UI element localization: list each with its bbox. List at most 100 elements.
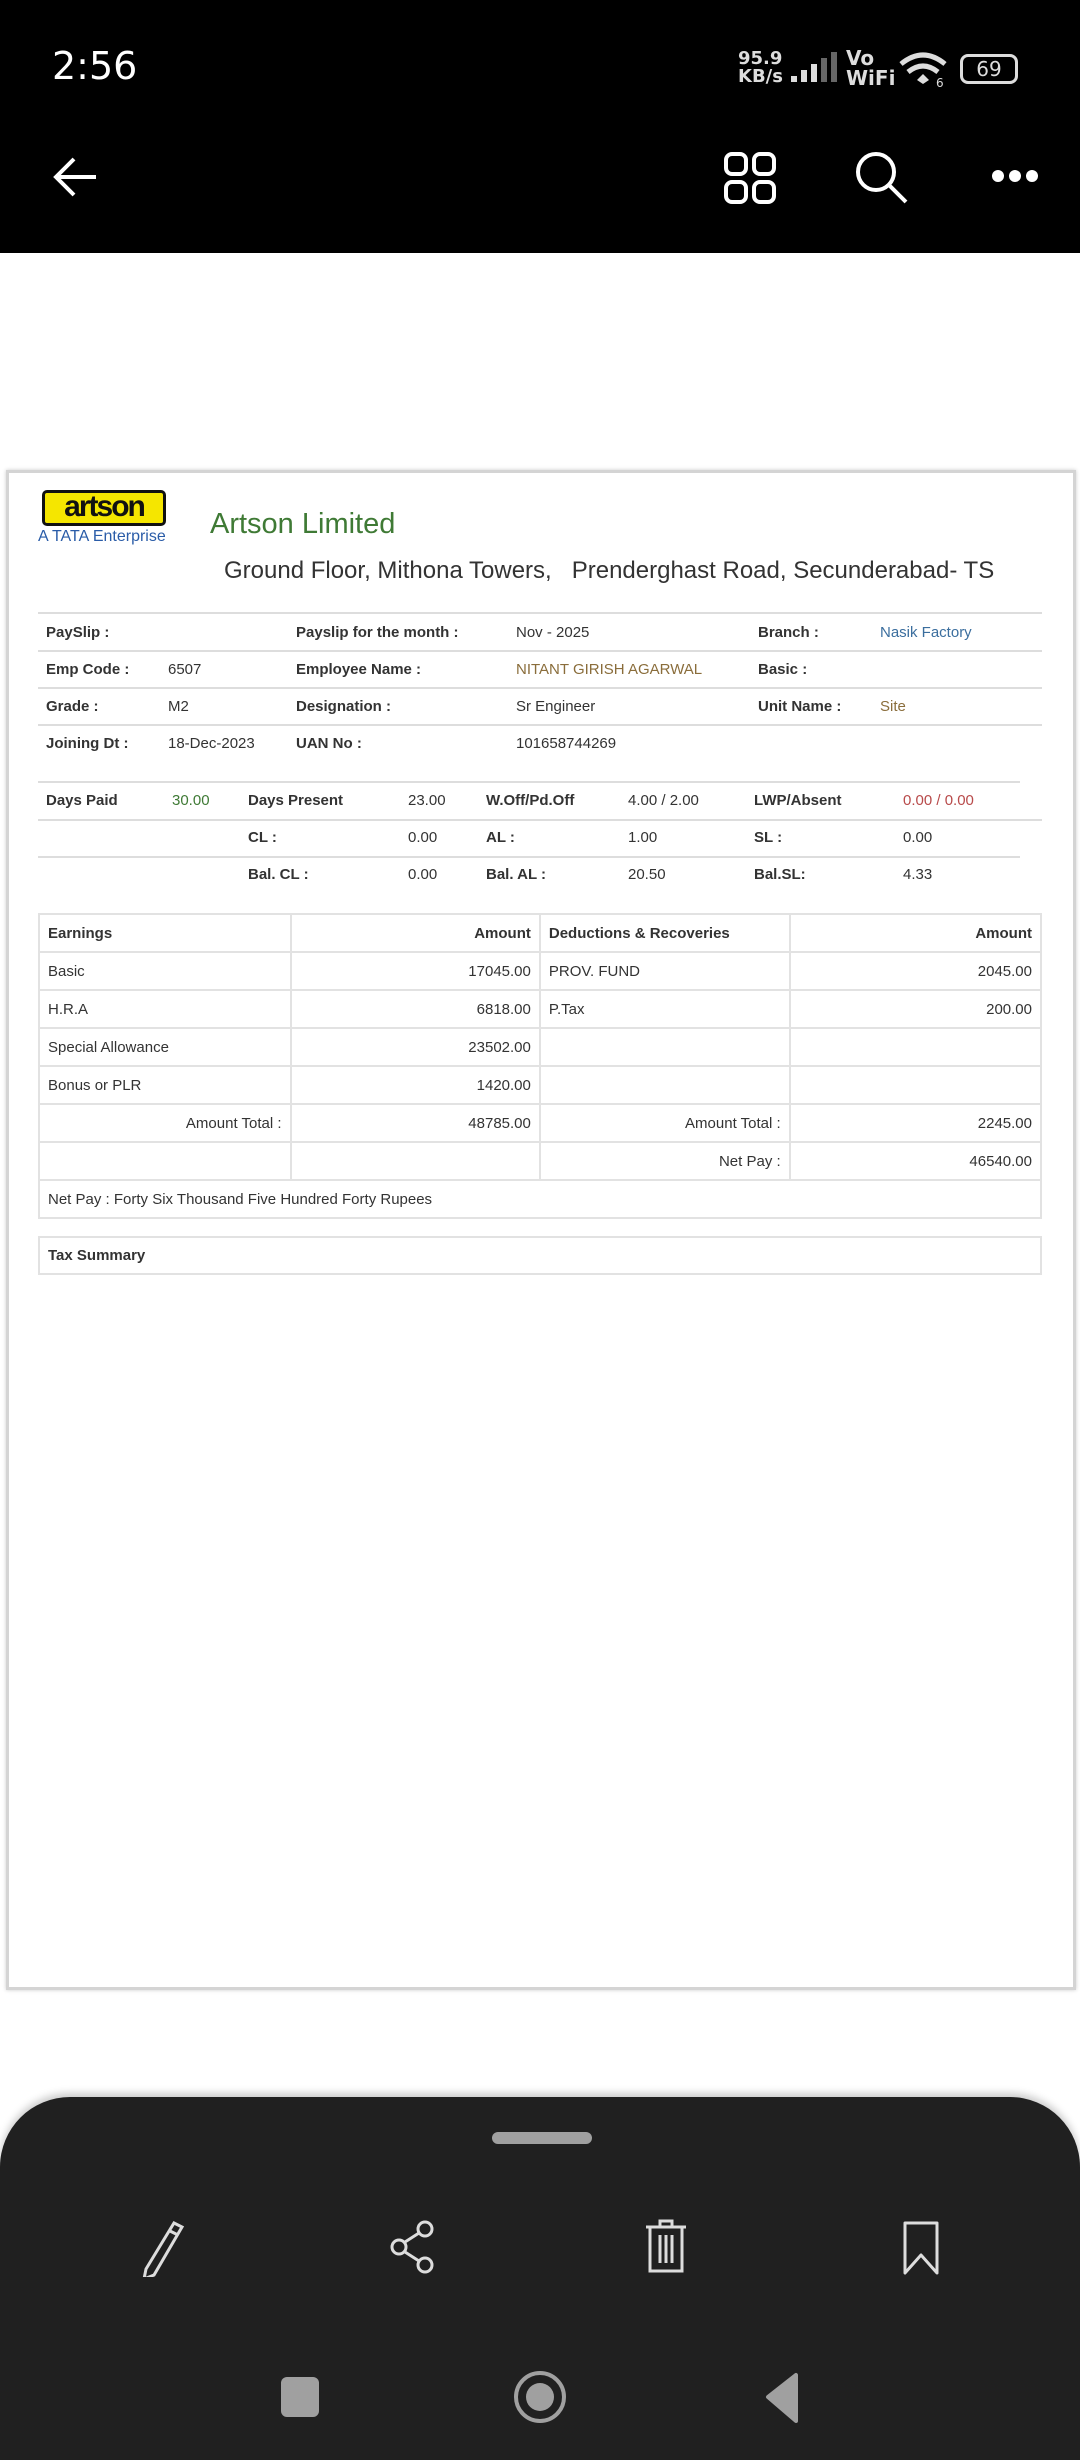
edit-pencil-icon[interactable] [130,2217,190,2277]
back-nav-button[interactable] [756,2369,806,2425]
cl-label: CL : [248,829,277,846]
more-icon[interactable] [992,168,1038,184]
signal-icon [791,52,837,82]
net-pay-label: Net Pay : [538,1141,791,1181]
wifi-gen: 6 [936,76,944,88]
earn-total: 48785.00 [289,1103,541,1143]
table-header: Earnings Amount Deductions & Recoveries … [38,913,1043,953]
home-nav-button[interactable] [512,2369,568,2425]
emp-name-label: Employee Name : [296,661,422,678]
amount-header: Amount [788,913,1043,953]
deductions-header: Deductions & Recoveries [538,913,791,953]
drag-handle[interactable] [492,2132,592,2144]
bal-cl-label: Bal. CL : [248,866,309,883]
bal-sl-label: Bal.SL: [754,866,806,883]
deduction-name: PROV. FUND [538,951,791,991]
vowifi-bottom: WiFi [846,66,896,90]
earning-amount: 6818.00 [289,989,541,1029]
tax-summary-header[interactable]: Tax Summary [38,1236,1042,1275]
net-speed: 95.9 KB/s [738,50,783,86]
days-present-value: 23.00 [408,792,446,809]
deduction-amount [788,1027,1043,1067]
designation-value: Sr Engineer [516,698,596,715]
sl-label: SL : [754,829,783,846]
app-bar: 2:56 95.9 KB/s Vo WiFi 6 69 [0,0,1080,253]
earn-total-label: Amount Total : [38,1103,292,1143]
woff-value: 4.00 / 2.00 [628,792,699,809]
designation-label: Designation : [296,698,392,715]
bal-al-value: 20.50 [628,866,666,883]
al-label: AL : [486,829,515,846]
amount-header: Amount [289,913,541,953]
ded-total: 2245.00 [788,1103,1043,1143]
grid-icon[interactable] [724,152,776,204]
days-paid-value: 30.00 [172,792,210,809]
share-icon[interactable] [385,2217,445,2277]
table-row: Special Allowance 23502.00 [38,1027,1043,1067]
lwp-value: 0.00 / 0.00 [903,792,974,809]
battery-icon: 69 [960,54,1018,84]
net-pay-words-row: Net Pay : Forty Six Thousand Five Hundre… [38,1179,1042,1219]
earning-name: H.R.A [38,989,292,1029]
basic-label: Basic : [758,661,808,678]
recents-nav-button[interactable] [281,2377,319,2417]
table-row: Basic 17045.00 PROV. FUND 2045.00 [38,951,1043,991]
uan-value: 101658744269 [516,735,617,752]
back-arrow-icon[interactable] [50,155,100,199]
unit-label: Unit Name : [758,698,842,715]
vowifi-top: Vo [846,46,875,70]
company-name: Artson Limited [210,508,396,540]
branch-label: Branch : [758,624,819,641]
bal-cl-value: 0.00 [408,866,438,883]
days-present-label: Days Present [248,792,344,809]
grade-value: M2 [168,698,189,715]
deduction-amount: 2045.00 [788,951,1043,991]
al-value: 1.00 [628,829,658,846]
earning-amount: 1420.00 [289,1065,541,1105]
vowifi-indicator: Vo WiFi [846,48,895,88]
sl-value: 0.00 [903,829,933,846]
month-label: Payslip for the month : [296,624,459,641]
company-logo: artson [42,490,166,526]
deduction-name [538,1027,791,1067]
logo-tagline: A TATA Enterprise [38,528,166,545]
emp-code-label: Emp Code : [46,661,130,678]
earning-amount: 17045.00 [289,951,541,991]
net-pay-row: Net Pay :46540.00 [38,1141,1043,1181]
bookmark-icon[interactable] [895,2217,955,2277]
net-pay-words: Net Pay : Forty Six Thousand Five Hundre… [38,1179,1042,1219]
earnings-header: Earnings [38,913,292,953]
totals-row: Amount Total :48785.00 Amount Total :2245… [38,1103,1043,1143]
status-time: 2:56 [52,44,138,88]
bottom-action-sheet [0,2097,1080,2460]
joining-value: 18-Dec-2023 [168,735,255,752]
lwp-label: LWP/Absent [754,792,842,809]
search-icon[interactable] [854,150,910,206]
joining-label: Joining Dt : [46,735,129,752]
days-paid-label: Days Paid [46,792,118,809]
earning-name: Basic [38,951,292,991]
uan-label: UAN No : [296,735,362,752]
cl-value: 0.00 [408,829,438,846]
payslip-label: PaySlip : [46,624,110,641]
bal-sl-value: 4.33 [903,866,933,883]
earning-amount: 23502.00 [289,1027,541,1067]
deduction-name [538,1065,791,1105]
ded-total-label: Amount Total : [538,1103,791,1143]
month-value: Nov - 2025 [516,624,590,641]
net-speed-unit: KB/s [738,66,783,87]
net-pay-value: 46540.00 [788,1141,1043,1181]
earnings-table: Earnings Amount Deductions & Recoveries … [38,913,1043,1219]
deduction-name: P.Tax [538,989,791,1029]
branch-value: Nasik Factory [880,624,972,641]
deduction-amount [788,1065,1043,1105]
grade-label: Grade : [46,698,99,715]
unit-value: Site [880,698,906,715]
deduction-amount: 200.00 [788,989,1043,1029]
table-row: H.R.A 6818.00 P.Tax 200.00 [38,989,1043,1029]
delete-trash-icon[interactable] [640,2217,700,2277]
bal-al-label: Bal. AL : [486,866,547,883]
emp-code-value: 6507 [168,661,202,678]
wifi-icon: 6 [899,52,947,88]
emp-name-value: NITANT GIRISH AGARWAL [516,661,703,678]
